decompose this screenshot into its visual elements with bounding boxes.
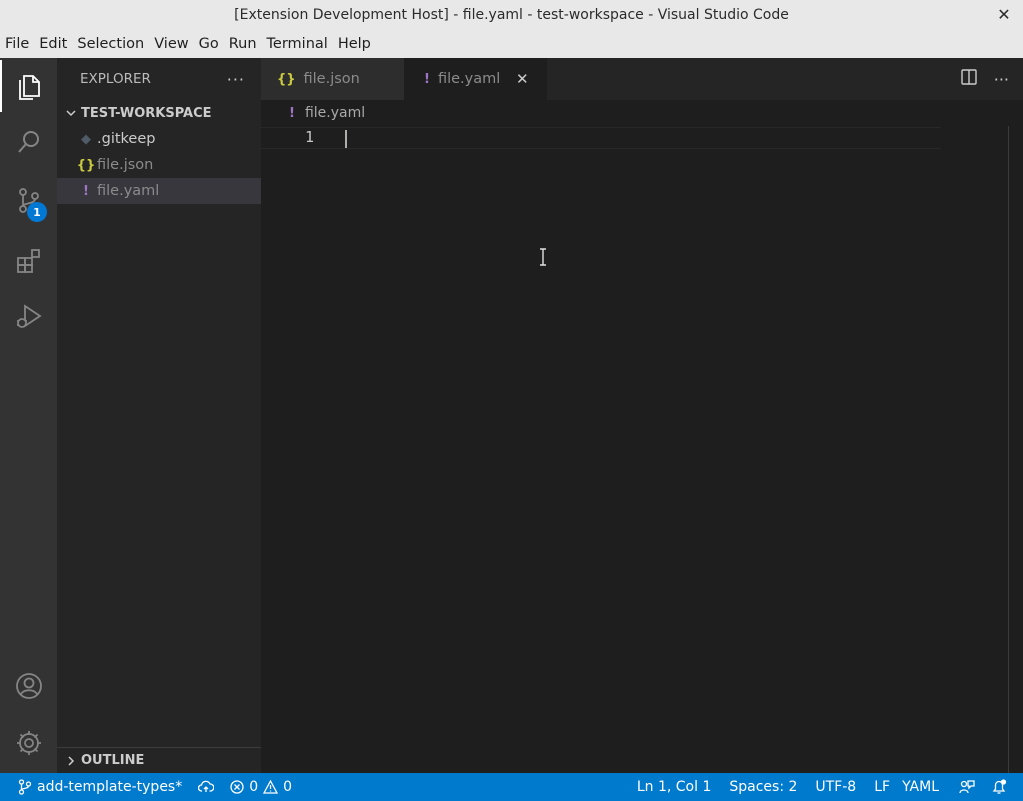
tab-file-json[interactable]: {} file.json [261, 58, 404, 100]
activity-accounts[interactable] [0, 660, 57, 712]
tab-label: file.json [303, 71, 360, 87]
yaml-file-icon: ! [424, 71, 430, 87]
file-name: file.yaml [97, 183, 160, 199]
title-bar: [Extension Development Host] - file.yaml… [0, 0, 1023, 30]
notifications-button[interactable] [983, 773, 1015, 801]
activity-source-control[interactable]: 1 [0, 174, 57, 226]
explorer-more-actions-button[interactable]: ··· [227, 70, 245, 89]
cloud-upload-icon [198, 780, 215, 792]
warning-icon [263, 780, 279, 794]
line-number: 1 [305, 128, 315, 146]
workspace-name: TEST-WORKSPACE [81, 105, 212, 121]
chevron-right-icon [63, 755, 79, 767]
breadcrumb-file[interactable]: file.yaml [305, 105, 365, 121]
problems-indicator[interactable]: 0 0 [222, 773, 300, 801]
eol-setting[interactable]: LF [864, 773, 894, 801]
outline-title: OUTLINE [81, 753, 145, 768]
file-name: .gitkeep [97, 131, 156, 147]
tab-label: file.yaml [437, 71, 501, 87]
text-cursor [345, 130, 347, 148]
activity-search[interactable] [0, 116, 57, 168]
activity-explorer[interactable] [0, 60, 57, 112]
explorer-title: EXPLORER [80, 71, 151, 87]
file-name: file.json [97, 157, 154, 173]
window-title: [Extension Development Host] - file.yaml… [234, 7, 789, 23]
file-item-gitkeep[interactable]: ◆ .gitkeep [57, 126, 261, 152]
menu-bar: File Edit Selection View Go Run Terminal… [0, 30, 1023, 58]
close-tab-button[interactable]: ✕ [514, 70, 530, 88]
workspace-section-header[interactable]: TEST-WORKSPACE [57, 100, 261, 126]
json-file-icon: {} [76, 157, 96, 173]
branch-name: add-template-types* [37, 779, 183, 795]
settings-gear-icon [16, 731, 41, 755]
status-bar: add-template-types* 0 0 Ln 1, Col 1 Spac… [0, 773, 1023, 801]
extensions-icon [16, 249, 40, 273]
menu-help[interactable]: Help [333, 30, 376, 58]
yaml-file-icon: ! [83, 183, 89, 199]
language-mode[interactable]: YAML [894, 773, 947, 801]
menu-go[interactable]: Go [194, 30, 224, 58]
yaml-file-icon: ! [289, 105, 295, 121]
error-count: 0 [249, 779, 259, 795]
editor-tab-bar: {} file.json ! file.yaml ✕ ··· [261, 58, 1023, 100]
feedback-icon [959, 780, 975, 794]
editor-actions: ··· [960, 58, 1009, 100]
breadcrumb: ! file.yaml [261, 100, 1023, 126]
bell-icon [992, 779, 1007, 794]
source-control-badge: 1 [27, 202, 47, 222]
git-branch-icon [18, 779, 32, 795]
activity-manage[interactable] [0, 717, 57, 769]
encoding-setting[interactable]: UTF-8 [805, 773, 864, 801]
branch-indicator[interactable]: add-template-types* [12, 773, 190, 801]
split-editor-icon [961, 69, 977, 85]
explorer-icon [18, 75, 40, 100]
menu-terminal[interactable]: Terminal [262, 30, 333, 58]
code-editor[interactable]: 1 [261, 126, 1023, 773]
menu-run[interactable]: Run [224, 30, 262, 58]
menu-selection[interactable]: Selection [72, 30, 149, 58]
git-file-icon: ◆ [81, 131, 91, 147]
split-editor-button[interactable] [960, 68, 978, 90]
menu-file[interactable]: File [0, 30, 34, 58]
editor-scrollbar[interactable] [1008, 126, 1009, 773]
feedback-button[interactable] [947, 773, 983, 801]
chevron-down-icon [63, 107, 79, 119]
current-line-highlight [261, 127, 941, 149]
cursor-position[interactable]: Ln 1, Col 1 [629, 773, 720, 801]
outline-section-header[interactable]: OUTLINE [57, 747, 261, 773]
run-debug-icon [16, 304, 42, 328]
warning-count: 0 [283, 779, 293, 795]
editor-more-actions-button[interactable]: ··· [994, 70, 1009, 89]
file-item-yaml[interactable]: ! file.yaml [57, 178, 261, 204]
error-icon [230, 780, 244, 794]
indentation-setting[interactable]: Spaces: 2 [719, 773, 805, 801]
menu-edit[interactable]: Edit [34, 30, 72, 58]
explorer-sidebar: EXPLORER ··· TEST-WORKSPACE ◆ .gitkeep {… [57, 58, 261, 773]
sync-button[interactable] [190, 773, 222, 801]
mouse-ibeam-icon [540, 248, 546, 266]
file-item-json[interactable]: {} file.json [57, 152, 261, 178]
json-file-icon: {} [277, 71, 296, 87]
activity-run-debug[interactable] [0, 290, 57, 342]
close-window-button[interactable]: ✕ [995, 4, 1013, 24]
account-icon [15, 673, 42, 699]
activity-extensions[interactable] [0, 234, 57, 286]
search-icon [17, 131, 39, 153]
explorer-header: EXPLORER ··· [57, 58, 261, 100]
menu-view[interactable]: View [149, 30, 193, 58]
tab-file-yaml[interactable]: ! file.yaml ✕ [404, 58, 547, 100]
activity-bar: 1 [0, 58, 57, 773]
